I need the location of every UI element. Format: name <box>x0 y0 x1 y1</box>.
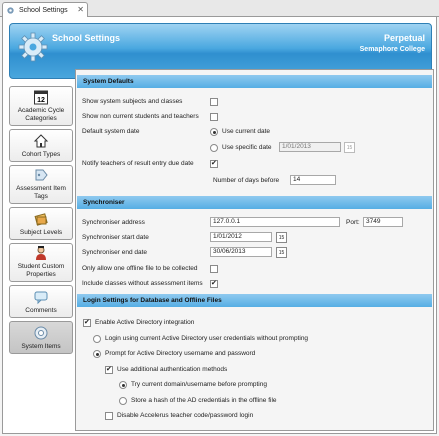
gear-icon <box>34 326 48 339</box>
sync-end-date-label: Synchroniser end date <box>82 249 148 256</box>
books-icon <box>34 212 48 226</box>
enable-ad-checkbox[interactable] <box>83 318 91 327</box>
use-current-date-radio[interactable] <box>210 128 218 136</box>
sidebar-item-label: Academic Cycle Categories <box>17 107 65 122</box>
section-login-settings: Login Settings for Database and Offline … <box>77 294 432 307</box>
gear-icon <box>18 32 48 62</box>
calendar-icon[interactable]: 15 <box>276 232 287 243</box>
school-name: Semaphore College <box>359 46 425 53</box>
show-non-current-checkbox[interactable] <box>210 113 218 121</box>
settings-window: School Settings Perpetual Semaphore Coll… <box>2 17 437 434</box>
product-name: Perpetual <box>383 33 425 43</box>
sidebar-item-label: Cohort Types <box>21 150 61 158</box>
tab-title: School Settings <box>19 7 68 14</box>
days-before-field[interactable]: 14 <box>290 175 336 185</box>
sidebar-item-assessment-item-tags[interactable]: Assessment Item Tags <box>9 165 73 204</box>
settings-panel: System Defaults Show system subjects and… <box>75 69 434 431</box>
port-label: Port: <box>346 219 360 226</box>
days-before-label: Number of days before <box>213 177 280 184</box>
sidebar-item-comments[interactable]: Comments <box>9 285 73 318</box>
include-classes-label: Include classes without assessment items <box>82 280 203 287</box>
sync-start-date-field[interactable]: 1/01/2012 <box>210 232 272 242</box>
login-current-label: Login using current Active Directory use… <box>105 335 309 342</box>
try-current-radio[interactable] <box>119 381 127 389</box>
sidebar-item-cohort-types[interactable]: Cohort Types <box>9 129 73 162</box>
sidebar-item-label: Assessment Item Tags <box>16 185 66 200</box>
tab-strip: School Settings ✕ <box>0 0 439 18</box>
use-current-date-label: Use current date <box>222 128 271 135</box>
one-offline-checkbox[interactable] <box>210 265 218 273</box>
sync-start-date-label: Synchroniser start date <box>82 234 149 241</box>
sync-address-field[interactable]: 127.0.0.1 <box>210 217 340 227</box>
prompt-ad-radio[interactable] <box>93 350 101 358</box>
tag-icon <box>35 169 48 181</box>
calendar-icon[interactable]: 15 <box>344 142 355 153</box>
close-icon[interactable]: ✕ <box>77 5 84 14</box>
show-non-current-label: Show non current students and teachers <box>82 113 199 120</box>
calendar-12-icon: 12 <box>34 90 48 105</box>
sidebar-item-label: Subject Levels <box>19 228 63 236</box>
section-system-defaults: System Defaults <box>77 75 432 88</box>
house-icon <box>33 133 49 147</box>
sidebar-item-student-custom-properties[interactable]: Student Custom Properties <box>9 243 73 282</box>
sidebar-item-label: Comments <box>25 306 57 314</box>
gear-icon <box>7 7 14 14</box>
specific-date-field[interactable]: 1/01/2013 <box>279 142 341 152</box>
one-offline-label: Only allow one offline file to be collec… <box>82 265 198 272</box>
comment-icon <box>34 291 48 304</box>
sidebar-item-subject-levels[interactable]: Subject Levels <box>9 207 73 240</box>
include-classes-checkbox[interactable] <box>210 279 218 288</box>
prompt-ad-label: Prompt for Active Directory username and… <box>105 350 256 357</box>
page-title: School Settings <box>52 33 121 43</box>
sidebar-item-label: Student Custom Properties <box>17 263 65 278</box>
section-synchroniser: Synchroniser <box>77 196 432 209</box>
use-additional-label: Use additional authentication methods <box>117 366 228 373</box>
use-additional-checkbox[interactable] <box>105 365 113 374</box>
show-system-subjects-checkbox[interactable] <box>210 98 218 106</box>
student-icon <box>36 246 46 260</box>
port-field[interactable]: 3749 <box>363 217 403 227</box>
sidebar-item-system-items[interactable]: System Items <box>9 321 73 354</box>
tab-school-settings[interactable]: School Settings ✕ <box>2 2 88 18</box>
sync-end-date-field[interactable]: 30/06/2013 <box>210 247 272 257</box>
notify-teachers-checkbox[interactable] <box>210 159 218 168</box>
enable-ad-label: Enable Active Directory integration <box>95 319 195 326</box>
sync-address-label: Synchroniser address <box>82 219 145 226</box>
sidebar-item-academic-cycle-categories[interactable]: 12 Academic Cycle Categories <box>9 86 73 126</box>
show-system-subjects-label: Show system subjects and classes <box>82 98 183 105</box>
calendar-icon[interactable]: 15 <box>276 247 287 258</box>
store-hash-radio[interactable] <box>119 397 127 405</box>
notify-teachers-label: Notify teachers of result entry due date <box>82 160 194 167</box>
disable-accelerus-label: Disable Accelerus teacher code/password … <box>117 412 254 419</box>
default-system-date-label: Default system date <box>82 128 140 135</box>
disable-accelerus-checkbox[interactable] <box>105 412 113 420</box>
store-hash-label: Store a hash of the AD credentials in th… <box>131 397 277 404</box>
try-current-label: Try current domain/username before promp… <box>131 381 267 388</box>
svg-text:12: 12 <box>37 97 45 104</box>
login-current-radio[interactable] <box>93 335 101 343</box>
use-specific-date-radio[interactable] <box>210 144 218 152</box>
sidebar-item-label: System Items <box>21 342 61 350</box>
use-specific-date-label: Use specific date <box>222 144 272 151</box>
